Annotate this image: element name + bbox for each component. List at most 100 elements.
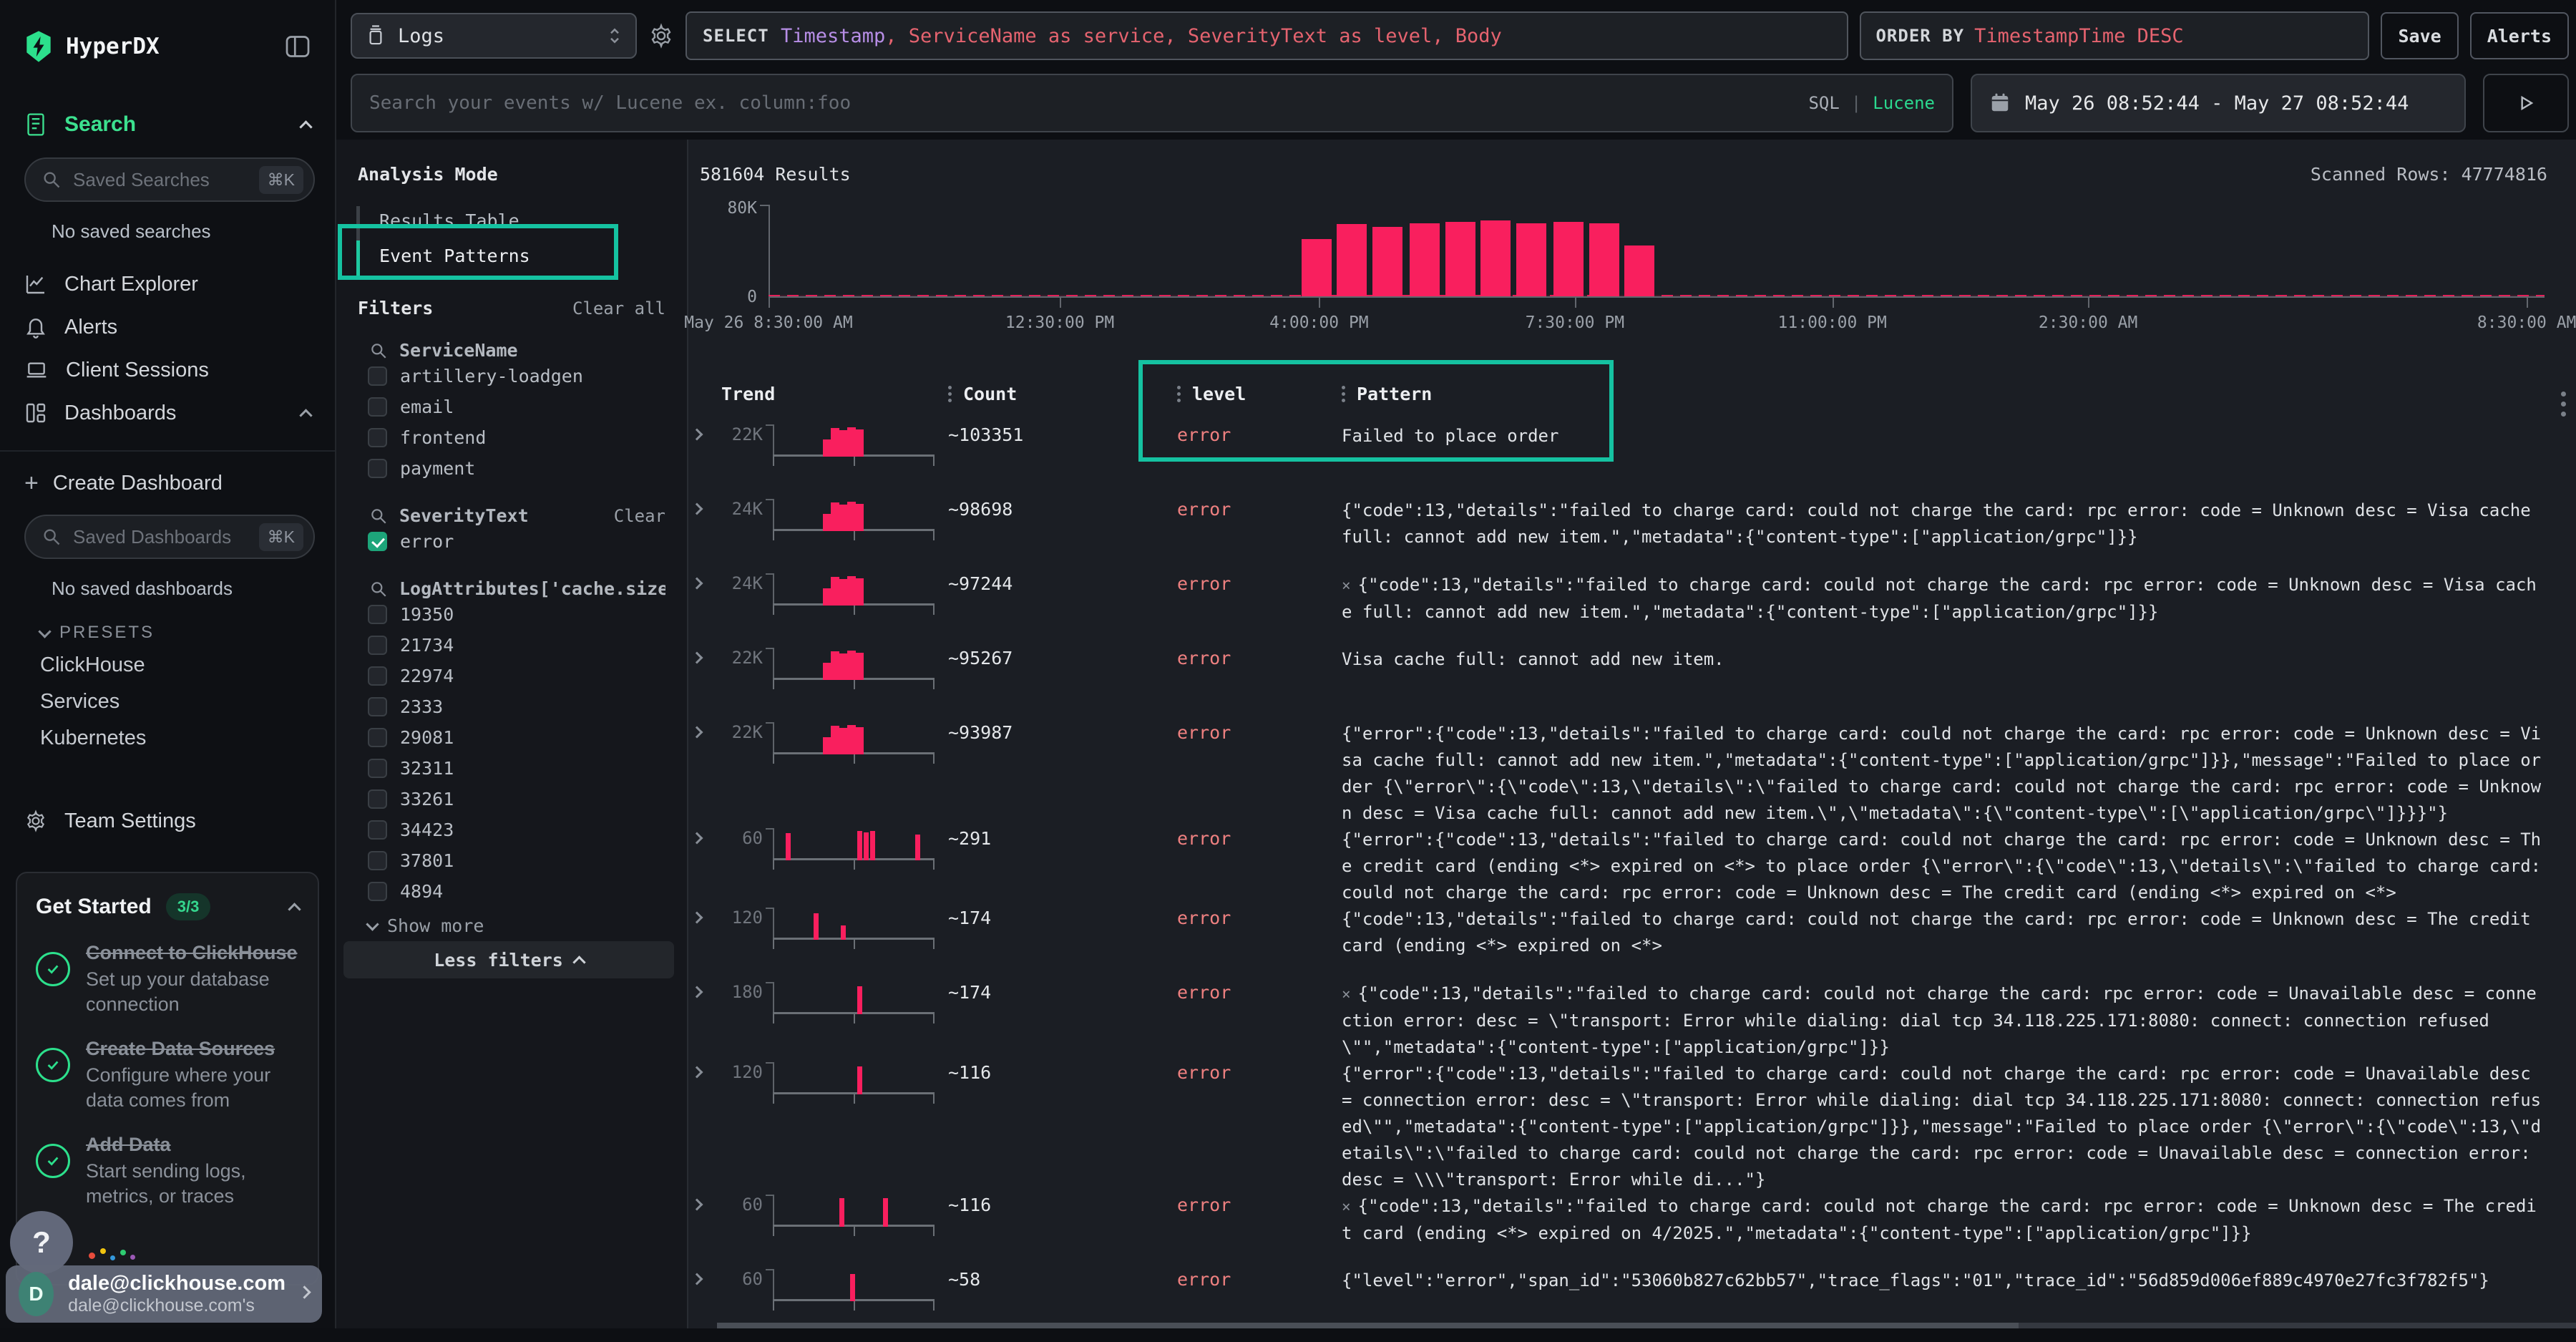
column-header-pattern[interactable]: Pattern <box>1342 384 2547 404</box>
get-started-item[interactable]: Add Data Start sending logs, metrics, or… <box>36 1134 299 1208</box>
table-row[interactable]: 120 ~116 error {"error":{"code":13,"deta… <box>688 1061 2547 1193</box>
query-language-toggle[interactable]: SQL | Lucene <box>1808 93 1935 113</box>
mode-event-patterns[interactable]: Event Patterns <box>336 238 687 273</box>
sidebar-item-chart-explorer[interactable]: Chart Explorer <box>0 263 335 306</box>
collapse-sidebar-icon[interactable] <box>285 34 311 59</box>
chevron-up-icon[interactable] <box>299 409 312 422</box>
expand-row-chevron[interactable] <box>688 1193 708 1209</box>
filter-option[interactable]: frontend <box>336 422 687 453</box>
date-range-picker[interactable]: May 26 08:52:44 - May 27 08:52:44 <box>1971 74 2466 132</box>
order-by-input[interactable]: ORDER BY TimestampTime DESC <box>1860 11 2369 60</box>
help-button[interactable]: ? <box>10 1211 73 1274</box>
search-icon[interactable] <box>369 507 388 525</box>
sidebar-item-alerts[interactable]: Alerts <box>0 306 335 349</box>
column-header-count[interactable]: Count <box>948 384 1177 404</box>
table-row[interactable]: 22K ~95267 error Visa cache full: cannot… <box>688 646 2547 721</box>
drag-handle-icon[interactable] <box>1342 386 1345 402</box>
checkbox[interactable] <box>368 759 387 778</box>
horizontal-scrollbar[interactable] <box>717 1323 2576 1328</box>
dismiss-x-icon[interactable]: × <box>1342 986 1351 1003</box>
source-select[interactable]: Logs <box>351 13 637 59</box>
create-dashboard-button[interactable]: + Create Dashboard <box>0 463 335 503</box>
checkbox[interactable] <box>368 728 387 747</box>
user-menu[interactable]: D dale@clickhouse.com dale@clickhouse.co… <box>6 1265 322 1323</box>
sidebar-item-team-settings[interactable]: Team Settings <box>0 799 335 842</box>
alerts-button[interactable]: Alerts <box>2470 12 2569 59</box>
sidebar-item-dashboards[interactable]: Dashboards <box>0 392 335 434</box>
checkbox[interactable] <box>368 605 387 624</box>
table-row[interactable]: 60 ~116 error ×{"code":13,"details":"fai… <box>688 1193 2547 1268</box>
filter-option[interactable]: 4894 <box>336 876 687 907</box>
pattern-cell[interactable]: ×{"code":13,"details":"failed to charge … <box>1342 981 2547 1061</box>
drag-handle-icon[interactable] <box>1177 386 1181 402</box>
histogram-bar[interactable] <box>1337 224 1367 296</box>
checkbox[interactable] <box>368 397 387 417</box>
save-button[interactable]: Save <box>2381 12 2458 59</box>
filter-option[interactable]: 29081 <box>336 722 687 753</box>
checkbox[interactable] <box>368 820 387 840</box>
checkbox[interactable] <box>368 459 387 478</box>
checkbox[interactable] <box>368 697 387 716</box>
clear-all-link[interactable]: Clear all <box>572 298 665 319</box>
less-filters-button[interactable]: Less filters <box>343 941 674 978</box>
lucene-toggle[interactable]: Lucene <box>1873 93 1935 113</box>
saved-dashboards-input[interactable]: ⌘K <box>24 515 315 559</box>
saved-searches-field[interactable] <box>73 169 248 191</box>
checkbox[interactable] <box>368 666 387 686</box>
mode-results-table[interactable]: Results Table <box>336 203 687 238</box>
event-search-bar[interactable]: SQL | Lucene <box>351 74 1953 132</box>
histogram-bar[interactable] <box>1445 222 1475 296</box>
get-started-item[interactable]: Connect to ClickHouse Set up your databa… <box>36 942 299 1016</box>
get-started-item[interactable]: Create Data Sources Configure where your… <box>36 1038 299 1112</box>
pattern-cell[interactable]: Visa cache full: cannot add new item. <box>1342 646 2547 673</box>
table-row[interactable]: 120 ~174 error {"code":13,"details":"fai… <box>688 906 2547 981</box>
expand-row-chevron[interactable] <box>688 827 708 842</box>
expand-row-chevron[interactable] <box>688 1061 708 1076</box>
presets-toggle[interactable]: PRESETS <box>0 607 335 647</box>
histogram-bar[interactable] <box>1410 223 1440 296</box>
histogram-bar[interactable] <box>1589 223 1619 296</box>
expand-row-chevron[interactable] <box>688 572 708 588</box>
histogram-bar[interactable] <box>1624 245 1654 297</box>
search-icon[interactable] <box>369 341 388 360</box>
preset-services[interactable]: Services <box>0 684 335 720</box>
pattern-cell[interactable]: ×{"code":13,"details":"failed to charge … <box>1342 1193 2547 1247</box>
select-clause-input[interactable]: SELECT Timestamp , ServiceName as servic… <box>686 11 1848 60</box>
filter-option[interactable]: 2333 <box>336 691 687 722</box>
checkbox[interactable] <box>368 636 387 655</box>
checkbox[interactable] <box>368 532 387 551</box>
checkbox[interactable] <box>368 851 387 870</box>
pattern-cell[interactable]: {"error":{"code":13,"details":"failed to… <box>1342 1061 2547 1193</box>
histogram-bar[interactable] <box>1516 223 1546 296</box>
column-header-level[interactable]: level <box>1177 384 1342 404</box>
histogram-bar[interactable] <box>1553 222 1584 296</box>
preset-kubernetes[interactable]: Kubernetes <box>0 720 335 757</box>
pattern-cell[interactable]: ×{"code":13,"details":"failed to charge … <box>1342 572 2547 626</box>
filter-option[interactable]: 34423 <box>336 815 687 845</box>
table-row[interactable]: 60 ~58 error {"level":"error","span_id":… <box>688 1268 2547 1342</box>
table-menu-kebab-icon[interactable] <box>2561 392 2566 417</box>
checkbox[interactable] <box>368 428 387 447</box>
table-row[interactable]: 180 ~174 error ×{"code":13,"details":"fa… <box>688 981 2547 1061</box>
saved-searches-input[interactable]: ⌘K <box>24 157 315 202</box>
column-header-trend[interactable]: Trend <box>688 384 948 404</box>
clear-link[interactable]: Clear <box>614 506 665 526</box>
pattern-cell[interactable]: {"code":13,"details":"failed to charge c… <box>1342 906 2547 959</box>
search-icon[interactable] <box>369 580 388 598</box>
table-row[interactable]: 22K ~103351 error Failed to place order <box>688 423 2547 497</box>
filter-option[interactable]: artillery-loadgen <box>336 361 687 392</box>
histogram-bar[interactable] <box>1302 239 1332 296</box>
checkbox[interactable] <box>368 366 387 386</box>
pattern-cell[interactable]: {"error":{"code":13,"details":"failed to… <box>1342 827 2547 906</box>
checkbox[interactable] <box>368 882 387 901</box>
sql-toggle[interactable]: SQL <box>1808 93 1839 113</box>
filter-option[interactable]: payment <box>336 453 687 484</box>
chevron-up-icon[interactable] <box>288 903 301 915</box>
filter-option[interactable]: 33261 <box>336 784 687 815</box>
pattern-cell[interactable]: {"error":{"code":13,"details":"failed to… <box>1342 721 2547 827</box>
table-row[interactable]: 60 ~291 error {"error":{"code":13,"detai… <box>688 827 2547 906</box>
dismiss-x-icon[interactable]: × <box>1342 1198 1351 1215</box>
expand-row-chevron[interactable] <box>688 497 708 513</box>
saved-dashboards-field[interactable] <box>73 526 248 548</box>
table-row[interactable]: 22K ~93987 error {"error":{"code":13,"de… <box>688 721 2547 827</box>
